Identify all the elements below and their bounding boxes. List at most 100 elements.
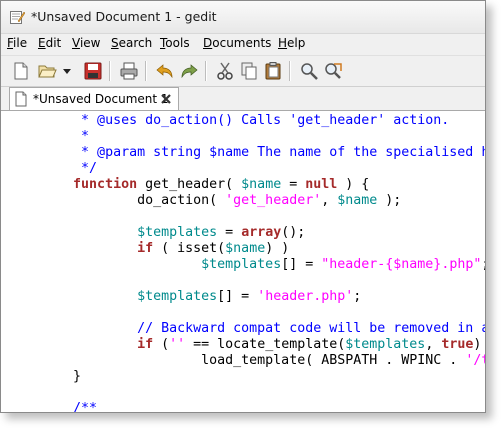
copy-icon[interactable] bbox=[239, 61, 259, 81]
code-token: = bbox=[217, 225, 242, 240]
code-token: function bbox=[9, 177, 138, 192]
menu-file[interactable]: File bbox=[7, 36, 27, 50]
code-line: ​ bbox=[9, 305, 485, 321]
code-token: ) ) bbox=[265, 241, 290, 256]
code-line: // Backward compat code will be removed … bbox=[9, 321, 485, 337]
code-token: null bbox=[305, 177, 338, 192]
code-line: * @param string $name The name of the sp… bbox=[9, 145, 485, 161]
code-token: $templates bbox=[345, 337, 426, 352]
tab-unsaved-document-1[interactable]: *Unsaved Document 1 bbox=[9, 87, 179, 111]
code-token: ; bbox=[481, 257, 485, 272]
open-folder-icon[interactable] bbox=[37, 61, 57, 81]
code-token: true bbox=[441, 337, 474, 352]
new-document-icon[interactable] bbox=[11, 61, 31, 81]
menu-documents[interactable]: Documents bbox=[203, 36, 271, 50]
text-editor[interactable]: * @uses do_action() Calls 'get_header' a… bbox=[1, 110, 485, 412]
code-line: if ( isset($name) ) bbox=[9, 241, 485, 257]
tab-label: *Unsaved Document 1 bbox=[33, 92, 169, 106]
code-line: * @uses do_action() Calls 'get_header' a… bbox=[9, 113, 485, 129]
save-icon[interactable] bbox=[83, 61, 103, 81]
gedit-app-icon bbox=[10, 11, 25, 24]
code-token: ) { bbox=[337, 177, 370, 192]
code-token: /** bbox=[9, 401, 98, 412]
code-token: get_header( bbox=[137, 177, 242, 192]
find-replace-icon[interactable] bbox=[323, 61, 343, 81]
code-token: 'get_header' bbox=[225, 193, 322, 208]
code-token: $name bbox=[241, 177, 282, 192]
document-tabs: *Unsaved Document 1 bbox=[1, 87, 485, 111]
code-token: , bbox=[425, 337, 442, 352]
code-view[interactable]: * @uses do_action() Calls 'get_header' a… bbox=[9, 113, 485, 412]
code-line: ​ bbox=[9, 209, 485, 225]
toolbar bbox=[1, 55, 485, 87]
title-bar[interactable]: *Unsaved Document 1 - gedit bbox=[1, 1, 485, 34]
code-token: , bbox=[321, 193, 338, 208]
code-token: $name bbox=[225, 241, 266, 256]
code-token: ( bbox=[153, 337, 170, 352]
code-token: if bbox=[137, 241, 154, 256]
toolbar-separator bbox=[205, 61, 207, 81]
code-token: } bbox=[9, 369, 82, 384]
code-token: * @uses do_action() Calls 'get_header' a… bbox=[9, 113, 450, 128]
code-line: $templates = array(); bbox=[9, 225, 485, 241]
code-line: $templates[] = 'header.php'; bbox=[9, 289, 485, 305]
menu-bar: File Edit View Search Tools Documents He… bbox=[1, 34, 485, 54]
menu-view[interactable]: View bbox=[72, 36, 100, 50]
code-token: $templates bbox=[201, 257, 282, 272]
code-token: == locate_template( bbox=[185, 337, 346, 352]
code-token: * bbox=[9, 129, 90, 144]
gedit-window: *Unsaved Document 1 - gedit File Edit Vi… bbox=[0, 0, 486, 413]
code-token: ; bbox=[353, 289, 362, 304]
code-token: $templates bbox=[137, 225, 218, 240]
code-token: "header-{$name}.php" bbox=[321, 257, 482, 272]
toolbar-separator bbox=[145, 61, 147, 81]
code-line: ​ bbox=[9, 273, 485, 289]
code-line: do_action( 'get_header', $name ); bbox=[9, 193, 485, 209]
code-line: if ('' == locate_template($templates, tr… bbox=[9, 337, 485, 353]
code-token: 'header.php' bbox=[257, 289, 354, 304]
code-token: * @param string $name The name of the sp… bbox=[9, 145, 485, 160]
code-token: [] = bbox=[217, 289, 258, 304]
code-token: ( isset( bbox=[153, 241, 226, 256]
redo-icon[interactable] bbox=[179, 61, 199, 81]
print-icon[interactable] bbox=[119, 61, 139, 81]
toolbar-separator bbox=[289, 61, 291, 81]
window-title: *Unsaved Document 1 - gedit bbox=[31, 9, 217, 24]
code-line: function get_header( $name = null ) { bbox=[9, 177, 485, 193]
code-token: = bbox=[281, 177, 306, 192]
code-token: ); bbox=[377, 193, 402, 208]
find-icon[interactable] bbox=[299, 61, 319, 81]
code-line: * bbox=[9, 129, 485, 145]
code-token: $templates bbox=[137, 289, 218, 304]
code-line: load_template( ABSPATH . WPINC . '/theme… bbox=[9, 353, 485, 369]
code-token: array bbox=[241, 225, 282, 240]
code-token: */ bbox=[9, 161, 98, 176]
code-line: /** bbox=[9, 401, 485, 412]
code-line: $templates[] = "header-{$name}.php"; bbox=[9, 257, 485, 273]
code-token: do_action( bbox=[9, 193, 226, 208]
code-token: '' bbox=[169, 337, 186, 352]
paste-icon[interactable] bbox=[263, 61, 283, 81]
code-line: } bbox=[9, 369, 485, 385]
menu-edit[interactable]: Edit bbox=[38, 36, 61, 50]
code-token: if bbox=[137, 337, 154, 352]
menu-search[interactable]: Search bbox=[111, 36, 152, 50]
menu-help[interactable]: Help bbox=[278, 36, 305, 50]
document-icon bbox=[15, 91, 27, 107]
cut-icon[interactable] bbox=[215, 61, 235, 81]
menu-tools[interactable]: Tools bbox=[160, 36, 190, 50]
code-token: [] = bbox=[281, 257, 322, 272]
code-line: */ bbox=[9, 161, 485, 177]
code-token: $name bbox=[337, 193, 378, 208]
undo-icon[interactable] bbox=[155, 61, 175, 81]
close-tab-icon[interactable] bbox=[159, 92, 173, 106]
open-dropdown-icon[interactable] bbox=[61, 61, 73, 81]
code-token: (); bbox=[281, 225, 306, 240]
code-token: load_template( ABSPATH . WPINC . bbox=[9, 353, 466, 368]
code-token: // Backward compat code will be removed … bbox=[137, 321, 485, 336]
code-token: ) ) bbox=[473, 337, 482, 352]
toolbar-separator bbox=[109, 61, 111, 81]
